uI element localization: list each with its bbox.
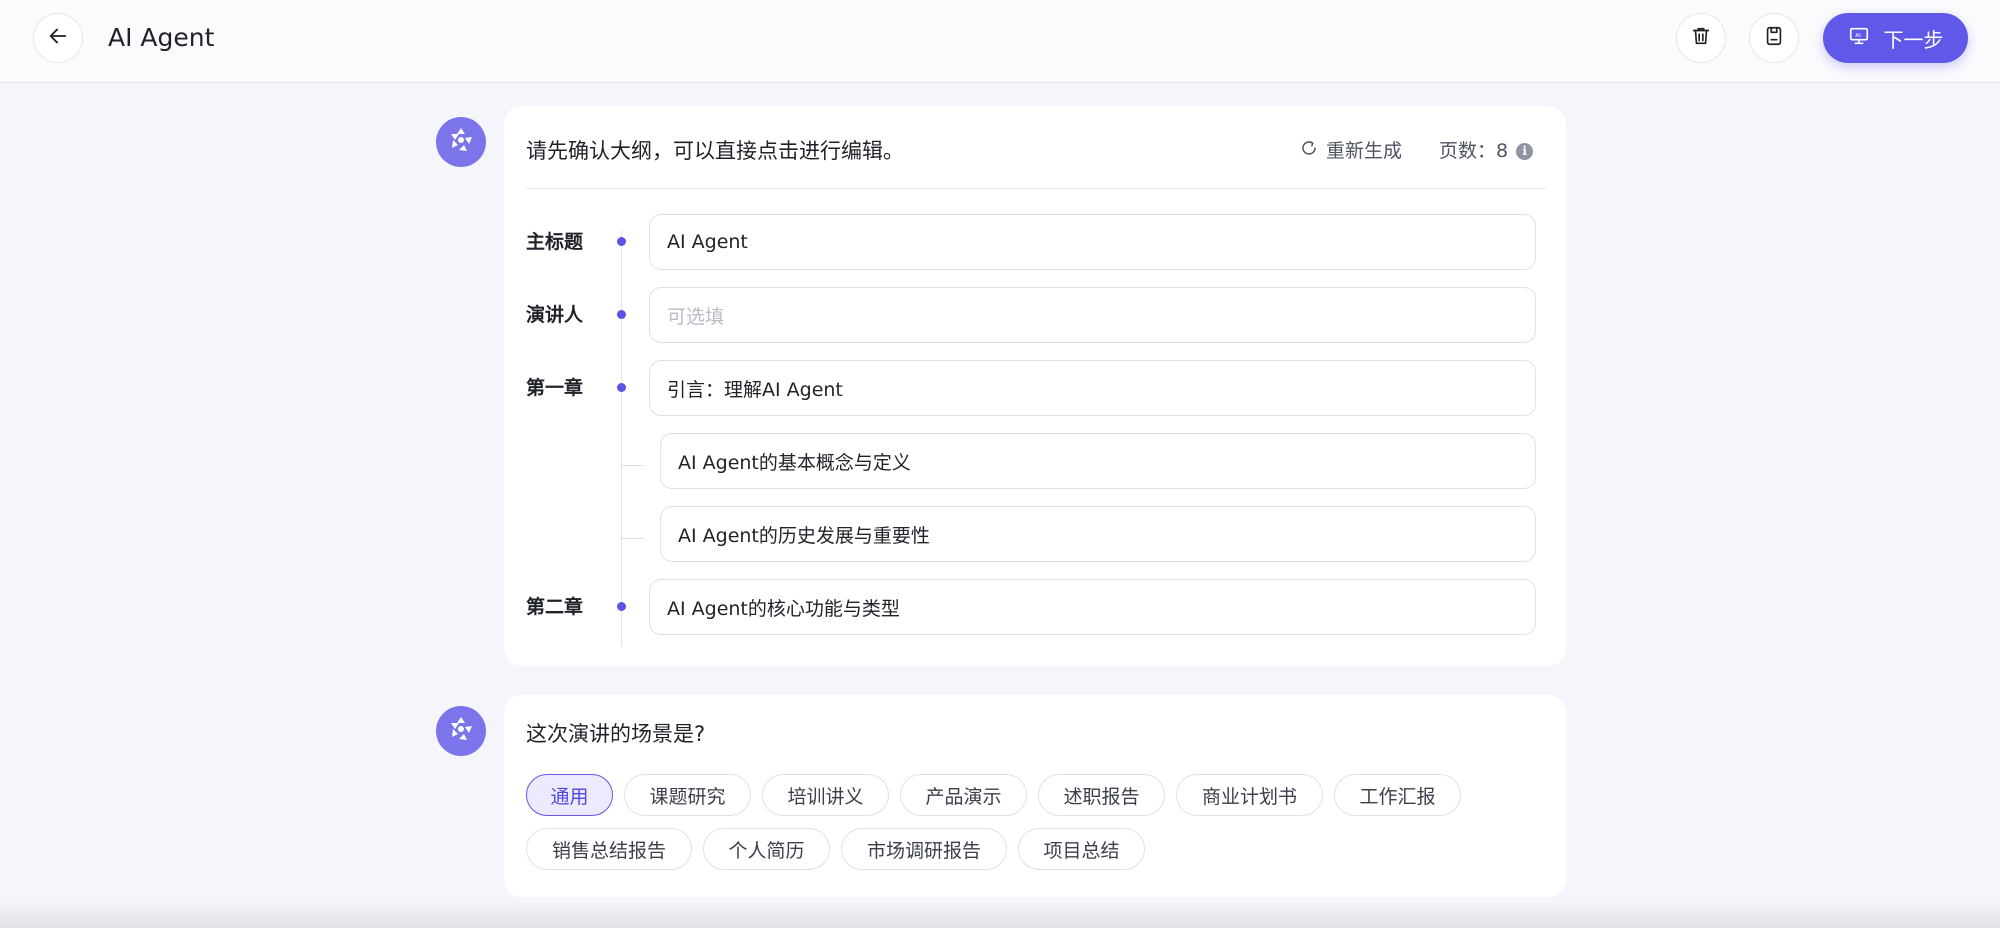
refresh-icon <box>1300 136 1318 166</box>
scene-option[interactable]: 述职报告 <box>1038 774 1165 816</box>
top-bar: AI Agent AI 下一步 <box>0 0 2000 83</box>
regenerate-label: 重新生成 <box>1326 140 1403 162</box>
trash-icon <box>1690 25 1712 51</box>
scene-option[interactable]: 产品演示 <box>900 774 1027 816</box>
save-icon <box>1763 25 1785 51</box>
scene-question: 这次演讲的场景是? <box>526 722 706 746</box>
assistant-avatar <box>436 117 486 167</box>
scene-option[interactable]: 个人简历 <box>703 828 830 870</box>
save-button[interactable] <box>1749 13 1799 63</box>
chapter1-section2-input[interactable]: AI Agent的历史发展与重要性 <box>660 506 1536 562</box>
svg-text:AI: AI <box>1855 32 1861 38</box>
chapter1-input[interactable]: 引言：理解AI Agent <box>649 360 1536 416</box>
assistant-logo-icon <box>446 125 476 159</box>
scene-option[interactable]: 商业计划书 <box>1176 774 1323 816</box>
bottom-shadow <box>0 900 2000 928</box>
back-button[interactable] <box>33 13 83 63</box>
page-title: AI Agent <box>108 23 215 52</box>
timeline-line <box>621 230 622 646</box>
scene-option[interactable]: 课题研究 <box>624 774 751 816</box>
outline-card: 请先确认大纲，可以直接点击进行编辑。 重新生成 页数： 8 i 主标题 AI A… <box>504 106 1566 666</box>
assistant-logo-icon <box>446 714 476 748</box>
scene-option[interactable]: 工作汇报 <box>1334 774 1461 816</box>
outline-prompt: 请先确认大纲，可以直接点击进行编辑。 <box>526 139 904 163</box>
scene-card: 这次演讲的场景是? 通用 课题研究 培训讲义 产品演示 述职报告 商业计划书 工… <box>504 695 1566 897</box>
chapter2-row-label: 第二章 <box>526 596 584 618</box>
scene-option[interactable]: 市场调研报告 <box>841 828 1007 870</box>
chapter1-row-label: 第一章 <box>526 377 584 399</box>
delete-button[interactable] <box>1676 13 1726 63</box>
timeline-dot <box>617 310 626 319</box>
assistant-avatar <box>436 706 486 756</box>
timeline-branch <box>622 538 644 539</box>
info-icon[interactable]: i <box>1516 142 1534 160</box>
page-count: 页数： 8 i <box>1439 136 1534 166</box>
scene-option[interactable]: 培训讲义 <box>762 774 889 816</box>
page-count-label: 页数： <box>1439 140 1497 162</box>
title-input[interactable]: AI Agent <box>649 214 1536 270</box>
scene-option[interactable]: 销售总结报告 <box>526 828 692 870</box>
next-step-label: 下一步 <box>1883 27 1944 52</box>
chapter1-section1-input[interactable]: AI Agent的基本概念与定义 <box>660 433 1536 489</box>
regenerate-button[interactable]: 重新生成 <box>1300 136 1402 166</box>
outline-divider <box>526 188 1546 189</box>
scene-option-general[interactable]: 通用 <box>526 774 613 816</box>
chapter2-input[interactable]: AI Agent的核心功能与类型 <box>649 579 1536 635</box>
scene-option[interactable]: 项目总结 <box>1018 828 1145 870</box>
next-step-button[interactable]: AI 下一步 <box>1823 13 1968 63</box>
timeline-dot <box>617 237 626 246</box>
timeline-branch <box>622 465 644 466</box>
speaker-row-label: 演讲人 <box>526 304 584 326</box>
speaker-input[interactable]: 可选填 <box>649 287 1536 343</box>
ai-presentation-icon: AI <box>1848 25 1870 52</box>
page-count-value: 8 <box>1496 140 1509 162</box>
timeline-dot <box>617 383 626 392</box>
title-row-label: 主标题 <box>526 231 584 253</box>
arrow-left-icon <box>47 25 69 51</box>
timeline-dot <box>617 602 626 611</box>
